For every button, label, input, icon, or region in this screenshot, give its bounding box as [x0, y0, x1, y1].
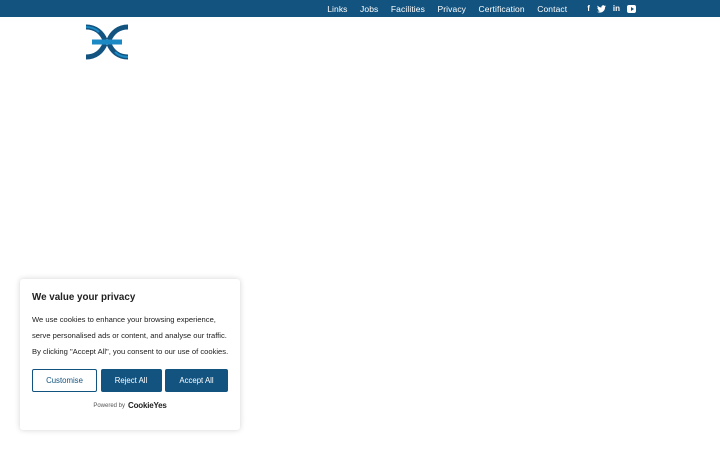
- reject-all-button[interactable]: Reject All: [100, 369, 162, 392]
- powered-by-label: Powered by: [93, 402, 125, 409]
- linkedin-icon[interactable]: in: [613, 4, 620, 14]
- nav-facilities[interactable]: Facilities: [391, 4, 425, 14]
- company-logo[interactable]: [84, 24, 130, 60]
- powered-by: Powered by CookieYes: [32, 401, 228, 410]
- social-links: f in: [580, 4, 636, 14]
- cookie-actions: Customise Reject All Accept All: [32, 369, 228, 392]
- cookie-description: We use cookies to enhance your browsing …: [32, 315, 229, 356]
- youtube-icon[interactable]: [627, 4, 636, 13]
- nav-privacy[interactable]: Privacy: [437, 4, 466, 14]
- nav-jobs[interactable]: Jobs: [360, 4, 378, 14]
- cookieyes-logo[interactable]: CookieYes: [128, 401, 167, 410]
- nav-links[interactable]: Links: [327, 4, 347, 14]
- nav-certification[interactable]: Certification: [479, 4, 525, 14]
- customise-button[interactable]: Customise: [32, 369, 97, 392]
- top-bar: Links Jobs Facilities Privacy Certificat…: [0, 0, 720, 17]
- accept-all-button[interactable]: Accept All: [165, 369, 228, 392]
- nav-contact[interactable]: Contact: [537, 4, 567, 14]
- facebook-icon[interactable]: f: [587, 4, 590, 14]
- top-nav: Links Jobs Facilities Privacy Certificat…: [315, 4, 568, 14]
- twitter-icon[interactable]: [596, 4, 606, 14]
- cookie-title: We value your privacy: [32, 292, 136, 303]
- cookie-consent-banner: We value your privacy We use cookies to …: [20, 279, 240, 430]
